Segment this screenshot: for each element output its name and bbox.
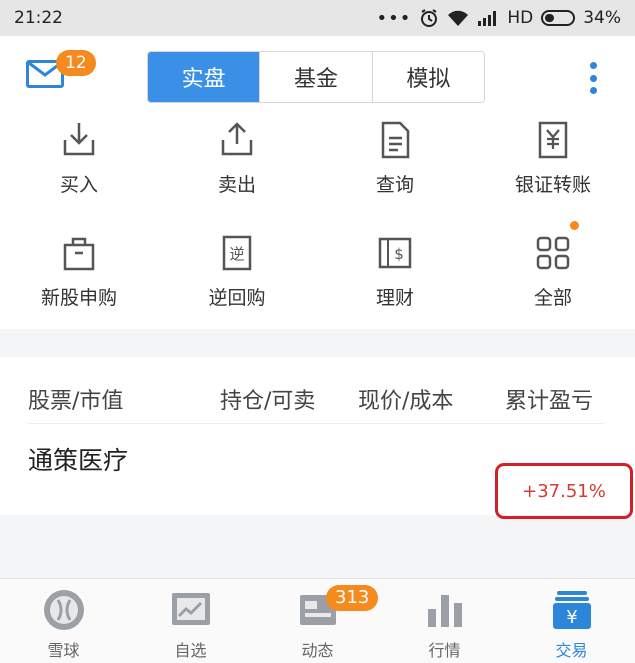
- action-reverse-repo[interactable]: 逆 逆回购: [158, 229, 316, 329]
- account-type-tabs: 实盘 基金 模拟: [147, 51, 485, 103]
- tab-label: 行情: [428, 641, 461, 660]
- tab-watchlist[interactable]: 自选: [127, 579, 254, 663]
- feed-badge: 313: [326, 585, 379, 611]
- action-ipo[interactable]: 新股申购: [0, 229, 158, 329]
- signal-icon: [478, 11, 497, 26]
- battery-percent: 34%: [583, 8, 621, 28]
- tab-simulated[interactable]: 模拟: [372, 52, 484, 102]
- action-bank-transfer[interactable]: 银证转账: [474, 116, 632, 216]
- action-label: 买入: [59, 174, 98, 196]
- action-query[interactable]: 查询: [316, 116, 474, 216]
- action-all[interactable]: 全部: [474, 221, 632, 329]
- market-icon: [427, 595, 462, 627]
- svg-text:逆: 逆: [229, 245, 244, 263]
- action-label: 逆回购: [208, 287, 266, 309]
- alarm-icon: [421, 9, 438, 27]
- buy-icon: [63, 123, 95, 156]
- ipo-bag-icon: [63, 237, 95, 271]
- tab-label: 交易: [555, 641, 588, 660]
- header-position: 持仓/可卖: [220, 389, 316, 414]
- status-icons: ••• HD 34%: [376, 8, 621, 29]
- action-grid: 买入 卖出 查询 银证转账 新股申购 逆 逆回购 $ 理财 全部: [0, 116, 635, 329]
- tab-label: 雪球: [47, 641, 80, 660]
- wifi-icon: [448, 10, 469, 26]
- action-label: 卖出: [217, 174, 256, 196]
- header-price-cost: 现价/成本: [358, 389, 454, 414]
- tab-market[interactable]: 行情: [381, 579, 508, 663]
- bottom-tab-bar: 雪球 自选 313 动态 行情 ¥ 交易: [0, 578, 635, 663]
- action-label: 全部: [533, 287, 572, 309]
- mail-badge: 12: [56, 50, 96, 76]
- bank-transfer-icon: [538, 121, 568, 159]
- tab-real[interactable]: 实盘: [148, 52, 261, 102]
- tab-feed[interactable]: 313 动态: [254, 579, 381, 663]
- header: 12 实盘 基金 模拟: [0, 36, 635, 116]
- sell-icon: [221, 122, 253, 156]
- action-sell[interactable]: 卖出: [158, 116, 316, 216]
- reverse-repo-icon: 逆: [222, 235, 252, 271]
- more-dots-icon: •••: [376, 7, 412, 29]
- tab-fund[interactable]: 基金: [260, 52, 373, 102]
- action-label: 理财: [375, 287, 414, 309]
- wealth-icon: $: [378, 237, 412, 269]
- action-label: 银证转账: [514, 174, 591, 196]
- tab-trade[interactable]: ¥ 交易: [508, 579, 635, 663]
- more-menu-icon[interactable]: [588, 62, 598, 94]
- header-total-pl: 累计盈亏: [505, 389, 594, 414]
- status-bar: 21:22 ••• HD 34%: [0, 0, 635, 36]
- trade-icon: ¥: [552, 591, 591, 629]
- profit-highlight-box: +37.51%: [495, 463, 633, 519]
- action-buy[interactable]: 买入: [0, 116, 158, 216]
- new-indicator-dot: [570, 221, 579, 230]
- table-divider: [28, 423, 604, 424]
- table-row-stock-name[interactable]: 通策医疗: [28, 441, 128, 477]
- query-icon: [381, 121, 410, 159]
- status-time: 21:22: [14, 8, 63, 28]
- table-row-profit: +37.51%: [522, 480, 606, 502]
- watchlist-icon: [171, 593, 210, 625]
- all-grid-icon: [536, 236, 570, 270]
- action-label: 查询: [375, 174, 414, 196]
- network-type: HD: [507, 8, 534, 28]
- snowball-icon: [43, 590, 84, 630]
- action-wealth[interactable]: $ 理财: [316, 229, 474, 329]
- tab-snowball[interactable]: 雪球: [0, 579, 127, 663]
- action-label: 新股申购: [40, 287, 117, 309]
- svg-text:¥: ¥: [566, 607, 577, 628]
- battery-icon: [541, 10, 576, 26]
- svg-text:$: $: [394, 245, 404, 263]
- header-stock-value: 股票/市值: [28, 389, 124, 414]
- tab-label: 动态: [301, 641, 334, 660]
- tab-label: 自选: [174, 641, 207, 660]
